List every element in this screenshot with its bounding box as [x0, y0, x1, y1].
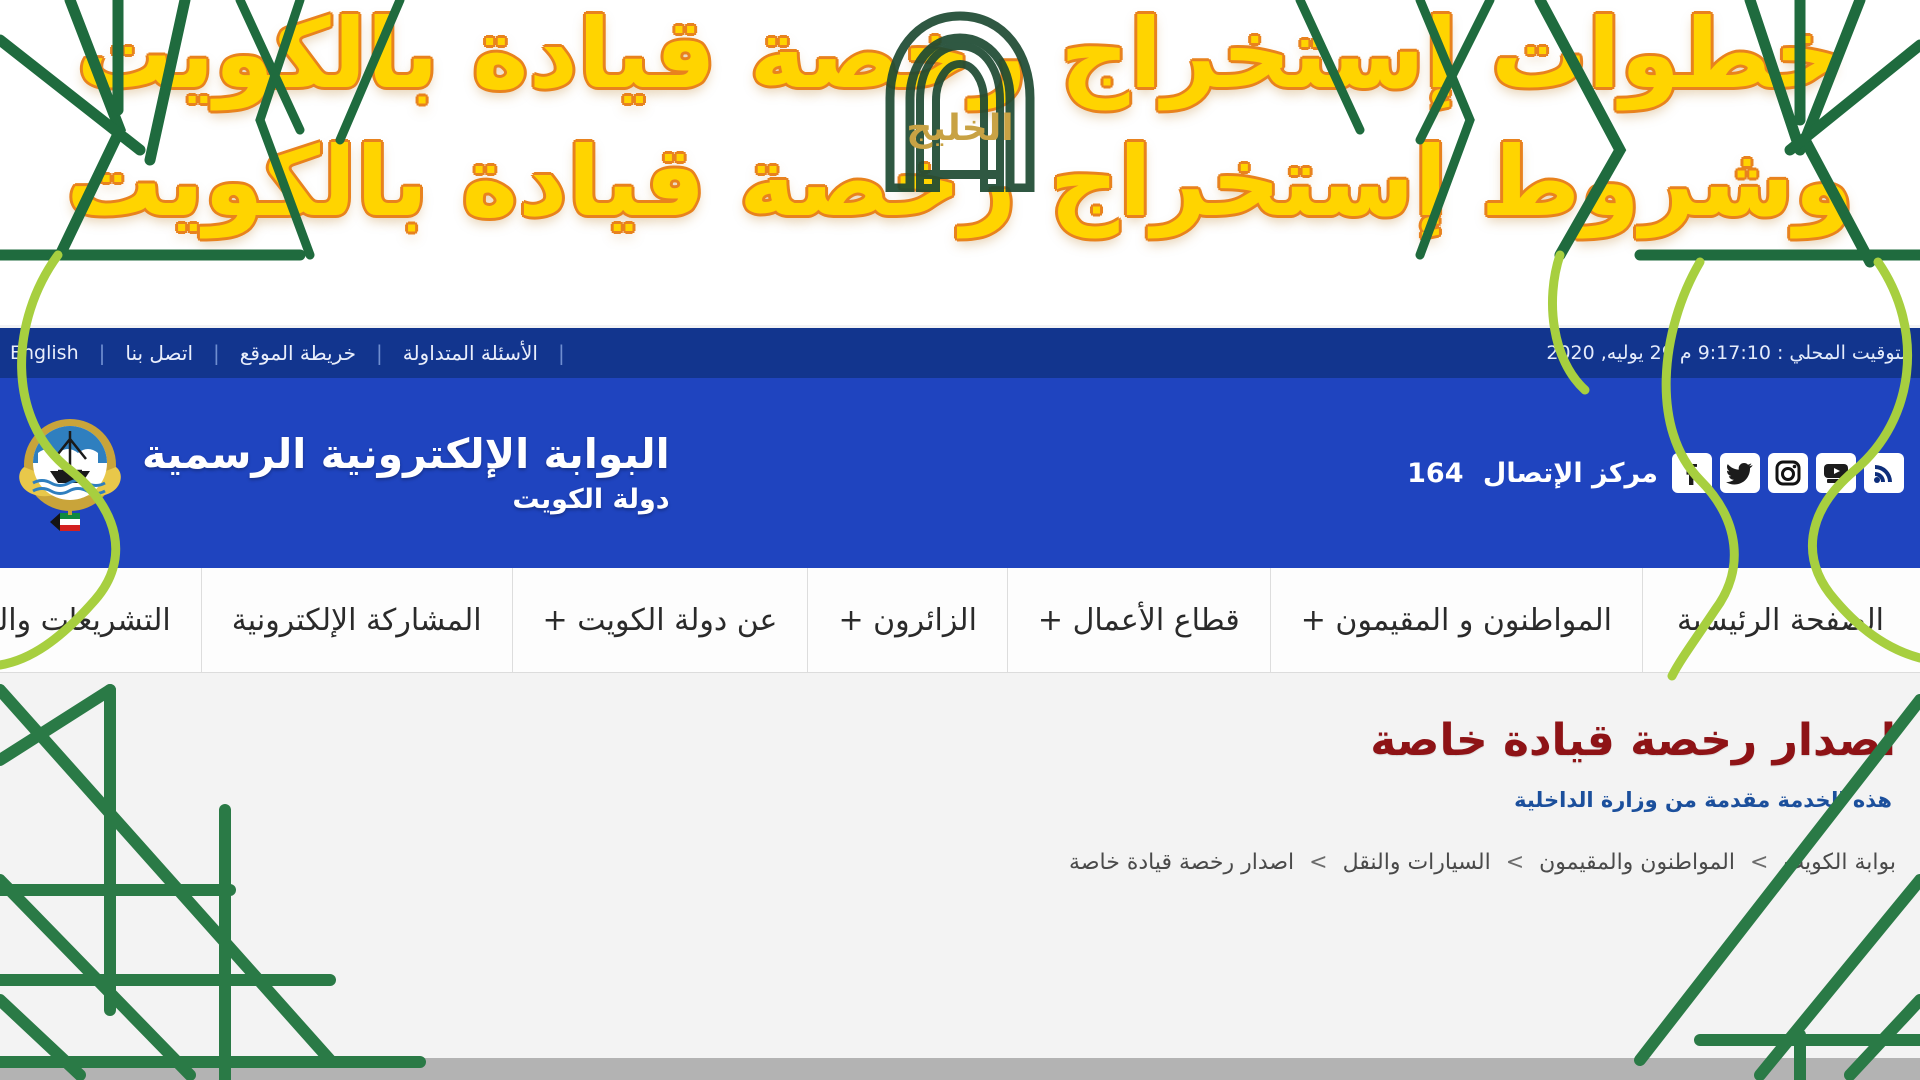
facebook-icon[interactable] [1672, 453, 1712, 493]
breadcrumb-separator: > [1749, 850, 1769, 875]
page-title: اصدار رخصة قيادة خاصة [1370, 715, 1896, 766]
nav-item-visitors[interactable]: الزائرون + [807, 568, 1007, 672]
utility-links: | الأسئلة المتداولة | خريطة الموقع | اتص… [10, 341, 585, 365]
breadcrumb-separator: > [1309, 850, 1328, 875]
arch-logo-icon [885, 11, 1035, 192]
nav-item-legislation[interactable]: التشريعات والقوانين [0, 568, 201, 672]
service-provider-note: هذه الخدمة مقدمة من وزارة الداخلية [1514, 788, 1892, 812]
watermark-label: الخليج [906, 108, 1014, 149]
utility-topbar: التوقيت المحلي : 9:17:10 م 29 يوليه, 202… [0, 325, 1920, 378]
nav-item-home[interactable]: الصفحة الرئيسية [1642, 568, 1920, 672]
main-navigation: الصفحة الرئيسية المواطنون و المقيمون + ق… [0, 568, 1920, 673]
article-banner: خطوات إستخراج رخصة قيادة بالكويت وشروط إ… [0, 0, 1920, 325]
breadcrumb: بوابة الكويت > المواطنون والمقيمون > الس… [0, 850, 1906, 875]
youtube-icon[interactable] [1816, 453, 1856, 493]
breadcrumb-item-vehicles[interactable]: السيارات والنقل [1343, 850, 1491, 875]
link-english[interactable]: English [10, 342, 79, 364]
nav-item-citizens-residents[interactable]: المواطنون و المقيمون + [1269, 568, 1643, 672]
local-time-label: التوقيت المحلي : 9:17:10 م 29 يوليه, 202… [1546, 342, 1912, 364]
bottom-bar [0, 1058, 1920, 1080]
contact-center[interactable]: مركز الإتصال 164 [1407, 458, 1658, 489]
contact-center-label: مركز الإتصال [1482, 457, 1658, 489]
contact-center-number: 164 [1407, 457, 1464, 489]
site-brand[interactable]: البوابة الإلكترونية الرسمية دولة الكويت [0, 409, 670, 537]
site-subtitle: دولة الكويت [512, 484, 670, 516]
nav-item-about-kuwait[interactable]: عن دولة الكويت + [511, 568, 808, 672]
breadcrumb-item-current: اصدار رخصة قيادة خاصة [1069, 850, 1295, 875]
nav-item-business[interactable]: قطاع الأعمال + [1006, 568, 1270, 672]
twitter-icon[interactable] [1720, 453, 1760, 493]
social-links [1672, 453, 1904, 493]
kuwait-state-emblem-icon [19, 419, 121, 531]
link-separator: | [557, 341, 565, 365]
link-faq[interactable]: الأسئلة المتداولة [403, 341, 538, 365]
rss-icon[interactable] [1864, 453, 1904, 493]
link-contact-us[interactable]: اتصل بنا [125, 341, 193, 365]
breadcrumb-separator: > [1505, 850, 1525, 875]
link-sitemap[interactable]: خريطة الموقع [240, 341, 356, 365]
link-separator: | [375, 341, 383, 365]
breadcrumb-item-citizens[interactable]: المواطنون والمقيمون [1539, 850, 1735, 875]
link-separator: | [213, 341, 220, 365]
site-masthead: مركز الإتصال 164 البوابة الإلكترونية الر… [0, 378, 1920, 568]
breadcrumb-item-portal[interactable]: بوابة الكويت [1783, 850, 1896, 875]
instagram-icon[interactable] [1768, 453, 1808, 493]
page-root: خطوات إستخراج رخصة قيادة بالكويت وشروط إ… [0, 0, 1920, 1080]
site-title: البوابة الإلكترونية الرسمية [142, 429, 670, 478]
main-content: اصدار رخصة قيادة خاصة هذه الخدمة مقدمة م… [0, 673, 1920, 1058]
contact-and-social: مركز الإتصال 164 [1407, 453, 1910, 493]
nav-item-eparticipation[interactable]: المشاركة الإلكترونية [200, 568, 512, 672]
link-separator: | [98, 341, 106, 365]
